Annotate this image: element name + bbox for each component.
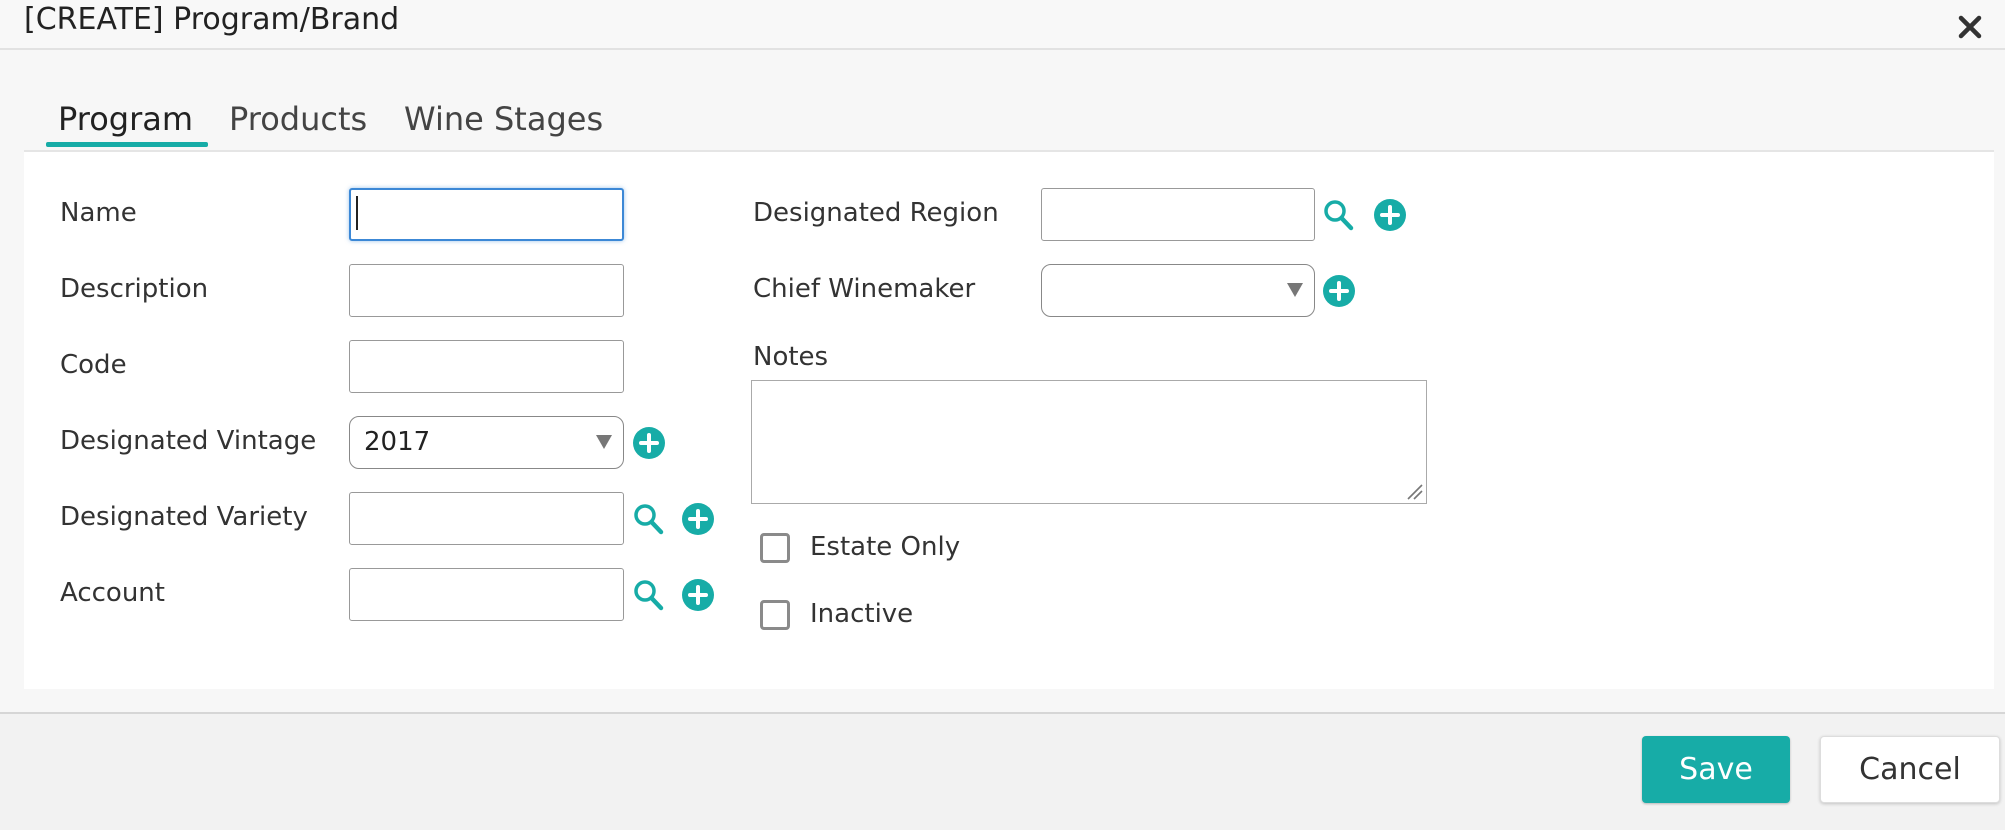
caret-down-icon xyxy=(596,435,612,449)
designated-vintage-label: Designated Vintage xyxy=(60,426,317,456)
dialog-title: [CREATE] Program/Brand xyxy=(24,2,400,37)
search-variety-button[interactable] xyxy=(632,502,664,536)
plus-circle-icon xyxy=(1374,199,1406,231)
account-input[interactable] xyxy=(349,568,624,621)
search-icon xyxy=(634,580,664,611)
search-icon xyxy=(634,504,664,535)
search-icon xyxy=(1324,200,1354,231)
notes-textarea[interactable] xyxy=(751,380,1427,504)
name-label: Name xyxy=(60,198,137,228)
add-account-button[interactable] xyxy=(681,578,715,612)
account-label: Account xyxy=(60,578,165,608)
plus-circle-icon xyxy=(682,579,714,611)
designated-variety-input[interactable] xyxy=(349,492,624,545)
inactive-checkbox[interactable] xyxy=(760,600,790,630)
description-input[interactable] xyxy=(349,264,624,317)
tab-program[interactable]: Program xyxy=(58,100,193,138)
estate-only-label: Estate Only xyxy=(810,532,961,562)
tab-products[interactable]: Products xyxy=(229,100,367,138)
search-account-button[interactable] xyxy=(632,578,664,612)
notes-label: Notes xyxy=(753,342,829,372)
description-label: Description xyxy=(60,274,209,304)
code-input[interactable] xyxy=(349,340,624,393)
text-cursor xyxy=(356,196,358,230)
designated-vintage-value: 2017 xyxy=(364,427,431,457)
chief-winemaker-label: Chief Winemaker xyxy=(753,274,976,304)
inactive-label: Inactive xyxy=(810,599,914,629)
dialog-titlebar: [CREATE] Program/Brand xyxy=(0,0,2005,50)
designated-vintage-select[interactable]: 2017 xyxy=(349,416,624,469)
active-tab-indicator xyxy=(46,142,208,147)
cancel-button[interactable]: Cancel xyxy=(1820,736,2000,803)
estate-only-checkbox[interactable] xyxy=(760,533,790,563)
plus-circle-icon xyxy=(633,427,665,459)
designated-variety-label: Designated Variety xyxy=(60,502,308,532)
tab-bar: Program Products Wine Stages xyxy=(24,88,1994,152)
name-input[interactable] xyxy=(349,188,624,241)
close-button[interactable] xyxy=(1951,2,1991,48)
tab-wine-stages[interactable]: Wine Stages xyxy=(404,100,603,138)
chief-winemaker-select[interactable] xyxy=(1041,264,1315,317)
add-vintage-button[interactable] xyxy=(632,426,666,460)
close-icon xyxy=(1958,15,1982,39)
plus-circle-icon xyxy=(682,503,714,535)
add-region-button[interactable] xyxy=(1373,198,1407,232)
save-button[interactable]: Save xyxy=(1642,736,1790,803)
caret-down-icon xyxy=(1287,283,1303,297)
add-variety-button[interactable] xyxy=(681,502,715,536)
plus-circle-icon xyxy=(1323,275,1355,307)
add-winemaker-button[interactable] xyxy=(1322,274,1356,308)
resize-handle-icon[interactable] xyxy=(1402,479,1424,501)
designated-region-input[interactable] xyxy=(1041,188,1315,241)
code-label: Code xyxy=(60,350,127,380)
search-region-button[interactable] xyxy=(1322,198,1354,232)
designated-region-label: Designated Region xyxy=(753,198,999,228)
